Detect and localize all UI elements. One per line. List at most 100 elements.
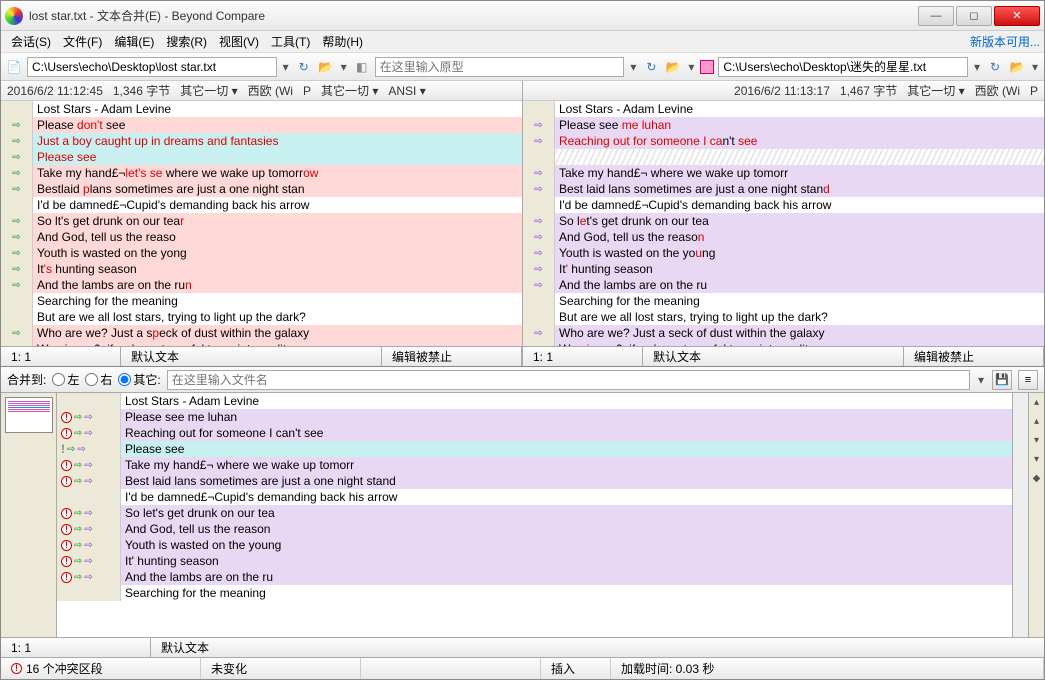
nav-down-icon[interactable]: ▾	[1034, 435, 1039, 446]
merge-radio-other[interactable]: 其它:	[118, 371, 160, 388]
code-line[interactable]: ⇨Just a boy caught up in dreams and fant…	[1, 133, 522, 149]
merge-radio-left[interactable]: 左	[52, 371, 79, 388]
merge-gutter: ! ⇨⇨	[57, 441, 121, 457]
code-line[interactable]: ⇨Youth is wasted on the young	[523, 245, 1044, 261]
merge-code-lines[interactable]: Lost Stars - Adam Levine!⇨⇨Please see me…	[57, 393, 1012, 637]
code-line[interactable]: I'd be damned£¬Cupid's demanding back hi…	[1, 197, 522, 213]
refresh-icon[interactable]: ↻	[295, 58, 313, 76]
menu-edit[interactable]: 编辑(E)	[108, 31, 160, 52]
update-link[interactable]: 新版本可用...	[970, 33, 1040, 50]
code-line[interactable]: Searching for the meaning	[1, 293, 522, 309]
merge-radio-right[interactable]: 右	[85, 371, 112, 388]
gutter	[523, 309, 555, 325]
merge-line[interactable]: !⇨⇨It' hunting season	[57, 553, 1012, 569]
code-line[interactable]	[523, 149, 1044, 165]
merge-line[interactable]: I'd be damned£¬Cupid's demanding back hi…	[57, 489, 1012, 505]
code-line[interactable]: ⇨And God, tell us the reaso	[1, 229, 522, 245]
menu-tools[interactable]: 工具(T)	[265, 31, 316, 52]
code-line[interactable]: ⇨So lt's get drunk on our tear	[1, 213, 522, 229]
right-panel-footer: 1: 1 默认文本 编辑被禁止	[523, 346, 1044, 366]
gutter: ⇨	[1, 149, 33, 165]
merge-line[interactable]: !⇨⇨So let's get drunk on our tea	[57, 505, 1012, 521]
thumbnail-overview[interactable]	[5, 397, 53, 433]
left-code-lines[interactable]: Lost Stars - Adam Levine⇨Please don't se…	[1, 101, 522, 346]
right-mode[interactable]: 其它一切 ▾	[907, 82, 964, 99]
code-line[interactable]: ⇨So let's get drunk on our tea	[523, 213, 1044, 229]
nav-up2-icon[interactable]: ▴	[1034, 416, 1039, 427]
code-line[interactable]: ⇨Take my hand£¬ where we wake up tomorr	[523, 165, 1044, 181]
dropdown-icon[interactable]: ▾	[281, 60, 291, 74]
menu-view[interactable]: 视图(V)	[213, 31, 265, 52]
right-path-input[interactable]	[718, 57, 968, 77]
code-line[interactable]: ⇨Youth is wasted on the yong	[1, 245, 522, 261]
code-line[interactable]: ⇨Please don't see	[1, 117, 522, 133]
merge-to-label: 合并到:	[7, 371, 46, 388]
code-line[interactable]: ⇨Please see me luhan	[523, 117, 1044, 133]
code-line[interactable]: But are we all lost stars, trying to lig…	[523, 309, 1044, 325]
save-button[interactable]: 💾	[992, 370, 1012, 390]
code-line[interactable]: ⇨It's hunting season	[1, 261, 522, 277]
folder-open-icon[interactable]: 📂	[1008, 58, 1026, 76]
code-line[interactable]: Searching for the meaning	[523, 293, 1044, 309]
nav-up-icon[interactable]: ▴	[1034, 397, 1039, 408]
merge-line[interactable]: !⇨⇨And God, tell us the reason	[57, 521, 1012, 537]
minimize-button[interactable]: —	[918, 6, 954, 26]
merge-output-input[interactable]	[167, 370, 970, 390]
code-line[interactable]: ⇨Who are we? Just a speck of dust within…	[1, 325, 522, 341]
code-line[interactable]: ⇨It' hunting season	[523, 261, 1044, 277]
conflict-icon: !	[11, 663, 22, 674]
refresh-icon[interactable]: ↻	[642, 58, 660, 76]
nav-down2-icon[interactable]: ▾	[1034, 454, 1039, 465]
menu-session[interactable]: 会话(S)	[5, 31, 57, 52]
menu-file[interactable]: 文件(F)	[57, 31, 108, 52]
menu-help[interactable]: 帮助(H)	[316, 31, 369, 52]
merge-line[interactable]: Searching for the meaning	[57, 585, 1012, 601]
gutter	[523, 149, 555, 165]
left-path-input[interactable]	[27, 57, 277, 77]
code-line[interactable]: ⇨Best laid lans sometimes are just a one…	[523, 181, 1044, 197]
right-code-lines[interactable]: Lost Stars - Adam Levine⇨Please see me l…	[523, 101, 1044, 346]
merge-line[interactable]: !⇨⇨Best laid lans sometimes are just a o…	[57, 473, 1012, 489]
merge-line[interactable]: !⇨⇨And the lambs are on the ru	[57, 569, 1012, 585]
code-line[interactable]: I'd be damned£¬Cupid's demanding back hi…	[523, 197, 1044, 213]
scrollbar[interactable]	[1012, 393, 1028, 637]
maximize-button[interactable]: ◻	[956, 6, 992, 26]
merge-line[interactable]: !⇨⇨Take my hand£¬ where we wake up tomor…	[57, 457, 1012, 473]
code-line[interactable]: ⇨And the lambs are on the run	[1, 277, 522, 293]
merge-line[interactable]: ! ⇨⇨Please see	[57, 441, 1012, 457]
code-line[interactable]: ⇨Bestlaid plans sometimes are just a one…	[1, 181, 522, 197]
code-line[interactable]: ⇨Who are we? Just a seck of dust within …	[523, 325, 1044, 341]
right-text-mode: 默认文本	[643, 347, 904, 366]
folder-open-icon[interactable]: 📂	[317, 58, 335, 76]
code-line[interactable]: Lost Stars - Adam Levine	[523, 101, 1044, 117]
merge-line[interactable]: !⇨⇨Please see me luhan	[57, 409, 1012, 425]
refresh-icon[interactable]: ↻	[986, 58, 1004, 76]
status-conflicts: !16 个冲突区段	[1, 658, 201, 679]
code-line[interactable]: Lost Stars - Adam Levine	[1, 101, 522, 117]
left-mode[interactable]: 其它一切 ▾	[180, 82, 237, 99]
merge-line[interactable]: Lost Stars - Adam Levine	[57, 393, 1012, 409]
left-mode2[interactable]: 其它一切 ▾	[321, 82, 378, 99]
merge-footer: 1: 1 默认文本	[1, 637, 1044, 657]
center-path-input[interactable]	[375, 57, 625, 77]
code-line[interactable]: ⇨And the lambs are on the ru	[523, 277, 1044, 293]
code-line[interactable]: ⇨And God, tell us the reason	[523, 229, 1044, 245]
left-charset[interactable]: ANSI ▾	[388, 84, 425, 98]
code-line[interactable]: ⇨Reaching out for someone I can't see	[523, 133, 1044, 149]
code-line[interactable]: ⇨Please see	[1, 149, 522, 165]
merge-line[interactable]: !⇨⇨Youth is wasted on the young	[57, 537, 1012, 553]
left-enc[interactable]: 西欧 (Wi	[248, 82, 293, 99]
menu-search[interactable]: 搜索(R)	[160, 31, 213, 52]
code-line[interactable]: ⇨Take my hand£¬let's se where we wake up…	[1, 165, 522, 181]
gutter: ⇨	[1, 229, 33, 245]
close-button[interactable]: ✕	[994, 6, 1040, 26]
folder-open-icon[interactable]: 📂	[664, 58, 682, 76]
nav-diamond-icon[interactable]: ◆	[1033, 473, 1041, 484]
right-enc[interactable]: 西欧 (Wi	[975, 82, 1020, 99]
merge-line[interactable]: !⇨⇨Reaching out for someone I can't see	[57, 425, 1012, 441]
left-panel: 2016/6/2 11:12:45 1,346 字节 其它一切 ▾ 西欧 (Wi…	[1, 81, 523, 366]
merge-gutter	[57, 489, 121, 505]
code-line[interactable]: But are we all lost stars, trying to lig…	[1, 309, 522, 325]
options-button[interactable]: ≡	[1018, 370, 1038, 390]
thumbnail-column[interactable]	[1, 393, 57, 637]
